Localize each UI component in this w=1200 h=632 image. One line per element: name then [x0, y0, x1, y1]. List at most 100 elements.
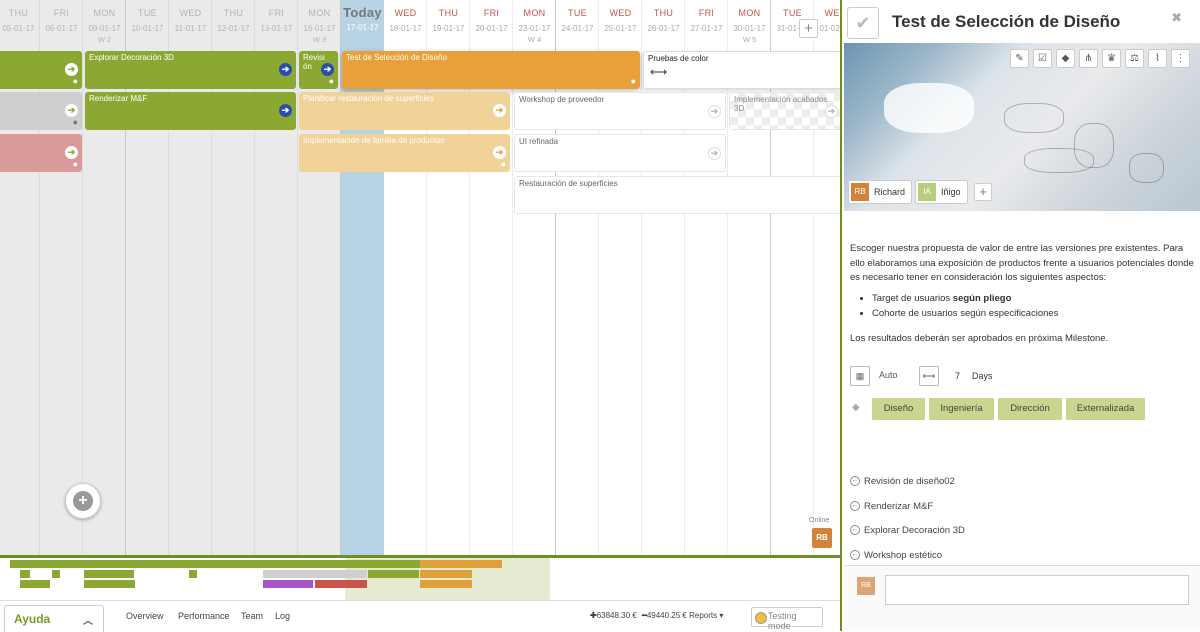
arrow-icon[interactable]: ➔: [493, 104, 506, 117]
arrow-icon[interactable]: ➔: [708, 105, 721, 118]
duration-unit: Days: [972, 371, 993, 381]
day-header: THU 19-01-17: [427, 0, 470, 48]
nav-team[interactable]: Team: [241, 611, 263, 621]
task-test-seleccion-diseno[interactable]: Test de Selección de Diseño ●: [342, 51, 640, 89]
day-name: MON: [523, 8, 546, 18]
hierarchy-icon[interactable]: ⋔: [1079, 49, 1098, 68]
day-header: FRI 13-01-17: [255, 0, 298, 48]
calendar-icon[interactable]: ▦: [850, 366, 870, 386]
task-implementacion-familia[interactable]: Implementación de familia de productos ➔ ●: [299, 134, 510, 172]
user-icon: ●: [630, 76, 636, 87]
arrow-icon[interactable]: ➔: [825, 105, 838, 118]
task-explorar-decoracion-3d[interactable]: Explorar Decoración 3D ➔: [85, 51, 296, 89]
minimap-bar: [420, 570, 472, 578]
tag-externalizada[interactable]: Externalizada: [1066, 398, 1145, 420]
scale-icon[interactable]: ⚖: [1125, 49, 1144, 68]
day-name: FRI: [53, 8, 70, 18]
task-restauracion-superficies[interactable]: Restauración de superficies: [514, 176, 842, 214]
related-task[interactable]: ← Explorar Decoración 3D: [850, 519, 965, 544]
current-user-avatar[interactable]: RB: [812, 528, 832, 548]
nav-performance[interactable]: Performance: [178, 611, 230, 621]
timeline[interactable]: THU 05-01-17 FRI 06-01-17 MON 09-01-17 W 2 TUE 1…: [0, 0, 842, 555]
minimap-bar: [84, 570, 134, 578]
photo-shape: [1129, 153, 1164, 183]
day-date: 16-01-17: [303, 24, 336, 33]
day-date: 20-01-17: [475, 24, 508, 33]
day-date: 17-01-17: [346, 23, 379, 32]
day-name: FRI: [483, 8, 500, 18]
task-label: Pruebas de color: [648, 54, 709, 63]
day-name: THU: [8, 8, 29, 18]
day-name: THU: [653, 8, 674, 18]
arrow-icon[interactable]: ➔: [65, 104, 78, 117]
trophy-icon[interactable]: ♛: [1102, 49, 1121, 68]
tag-ingenieria[interactable]: Ingeniería: [929, 398, 994, 420]
task-pruebas-de-color[interactable]: Pruebas de color ⟷: [643, 51, 842, 89]
reports-dropdown[interactable]: Reports ▾: [689, 611, 723, 620]
task-revision[interactable]: Revisión ➔ ●: [299, 51, 338, 89]
day-header: WED 18-01-17: [384, 0, 427, 48]
nav-overview[interactable]: Overview: [126, 611, 164, 621]
help-button[interactable]: Ayuda ︿: [4, 605, 104, 632]
description-bullet: Cohorte de usuarios según especificacion…: [872, 307, 1196, 322]
task-ui-refinada[interactable]: UI refinada ➔: [514, 134, 726, 172]
task-planificar-restauracion[interactable]: Planificar restauración de superficies ➔: [299, 92, 510, 130]
close-icon[interactable]: ✖: [1171, 10, 1182, 26]
task-renderizar-mf[interactable]: Renderizar M&F ➔: [85, 92, 296, 130]
bottom-bar: Ayuda ︿ Overview Performance Team Log ✚63…: [0, 600, 842, 632]
member-chip-richard[interactable]: RB Richard: [848, 180, 913, 204]
day-header: WED 25-01-17: [599, 0, 642, 48]
task-label: Planificar restauración de superficies: [303, 94, 434, 103]
arrow-icon[interactable]: ➔: [493, 146, 506, 159]
arrow-icon[interactable]: ➔: [708, 147, 721, 160]
user-icon: ●: [72, 117, 78, 128]
testing-mode-toggle[interactable]: Testing mode: [751, 607, 823, 631]
day-header: TUE 10-01-17: [126, 0, 169, 48]
more-icon[interactable]: ⋮: [1171, 49, 1190, 68]
arrow-icon[interactable]: ➔: [65, 63, 78, 76]
task-bar-row3-past[interactable]: ➔ ●: [0, 134, 82, 172]
task-workshop-proveedor[interactable]: Workshop de proveedor ➔: [514, 92, 726, 130]
expense-value: 49440.25 €: [646, 611, 687, 620]
duration-icon[interactable]: ⟷: [919, 366, 939, 386]
arrow-icon[interactable]: ➔: [279, 104, 292, 117]
tag-direccion[interactable]: Dirección: [998, 398, 1062, 420]
arrow-icon[interactable]: ➔: [65, 146, 78, 159]
day-header: WED 11-01-17: [169, 0, 212, 48]
comment-input[interactable]: [885, 575, 1189, 605]
minimap-bar: [20, 580, 50, 588]
add-column-button[interactable]: +: [799, 19, 818, 38]
brush-icon[interactable]: ✎: [1010, 49, 1029, 68]
resize-icon[interactable]: ⟷: [650, 65, 667, 79]
task-description[interactable]: Escoger nuestra propuesta de valor de en…: [850, 242, 1196, 346]
minimap-bar: [315, 580, 367, 588]
task-bar-row2-past[interactable]: ➔ ●: [0, 92, 82, 130]
day-name: TUE: [783, 8, 802, 18]
nav-log[interactable]: Log: [275, 611, 290, 621]
member-chip-inigo[interactable]: IA Iñigo: [915, 180, 968, 204]
member-name: Iñigo: [941, 187, 961, 197]
complete-task-checkbox[interactable]: ✔: [847, 7, 879, 39]
chevron-up-icon: ︿: [83, 616, 93, 627]
arrow-icon[interactable]: ➔: [279, 63, 292, 76]
add-member-button[interactable]: +: [974, 183, 992, 201]
minimap[interactable]: [0, 555, 842, 600]
checklist-icon[interactable]: ☑: [1033, 49, 1052, 68]
arrow-left-icon: ←: [850, 500, 860, 511]
related-task[interactable]: ← Revisión de diseño02: [850, 470, 965, 495]
related-label: Workshop estético: [864, 549, 942, 561]
task-implementacion-acabados-3d[interactable]: Implementación acabados 3D ➔: [729, 92, 842, 130]
duration-value[interactable]: 7: [955, 371, 960, 381]
task-bar-row1-past[interactable]: ➔ ●: [0, 51, 82, 89]
add-task-button[interactable]: +: [65, 483, 101, 519]
task-label: Workshop de proveedor: [519, 95, 605, 104]
related-task[interactable]: ← Renderizar M&F: [850, 495, 965, 520]
avatar: IA: [918, 183, 936, 201]
tag-diseno[interactable]: Diseño: [872, 398, 925, 420]
day-date: 11-01-17: [174, 24, 207, 33]
totals: ✚63848.30 € ━49440.25 € Reports ▾: [590, 611, 723, 620]
tag-icon[interactable]: ◆: [1056, 49, 1075, 68]
paperclip-icon[interactable]: ⌇: [1148, 49, 1167, 68]
arrow-icon[interactable]: ➔: [321, 63, 334, 76]
tags-row: ◆ Diseño Ingeniería Dirección Externaliz…: [850, 398, 1200, 420]
